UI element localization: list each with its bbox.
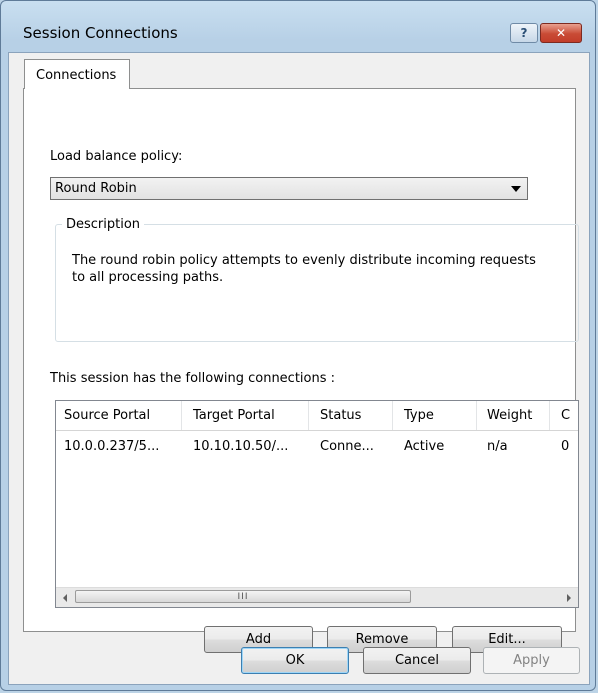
- column-header-weight[interactable]: Weight: [487, 408, 532, 423]
- load-balance-policy-value: Round Robin: [55, 181, 137, 196]
- column-header-target-portal[interactable]: Target Portal: [193, 408, 275, 423]
- connections-list[interactable]: Source Portal Target Portal Status Type …: [55, 400, 579, 608]
- chevron-down-icon: [511, 186, 521, 192]
- tab-panel-connections: Load balance policy: Round Robin Descrip…: [23, 88, 579, 653]
- window-title: Session Connections: [23, 24, 178, 42]
- description-legend: Description: [62, 217, 145, 232]
- scroll-left-icon[interactable]: [63, 594, 67, 602]
- title-bar-buttons: ? ✕: [510, 23, 582, 43]
- help-icon: ?: [520, 26, 528, 40]
- ok-button[interactable]: OK: [241, 647, 349, 674]
- close-icon: ✕: [555, 26, 567, 40]
- cell-target-portal: 10.10.10.50/...: [193, 439, 289, 454]
- column-divider[interactable]: [308, 401, 309, 430]
- column-divider[interactable]: [476, 401, 477, 430]
- dialog-client-area: Connections Load balance policy: Round R…: [8, 52, 590, 685]
- connections-list-header: Source Portal Target Portal Status Type …: [56, 401, 578, 431]
- cancel-button[interactable]: Cancel: [363, 647, 471, 674]
- load-balance-policy-label: Load balance policy:: [50, 149, 183, 164]
- cell-weight: n/a: [487, 439, 508, 454]
- scrollbar-thumb[interactable]: III: [75, 590, 411, 603]
- cell-source-portal: 10.0.0.237/5...: [64, 439, 160, 454]
- grip-icon: III: [237, 591, 249, 602]
- column-divider[interactable]: [181, 401, 182, 430]
- help-button[interactable]: ?: [510, 23, 538, 43]
- column-header-source-portal[interactable]: Source Portal: [64, 408, 150, 423]
- horizontal-scrollbar[interactable]: III: [56, 587, 578, 607]
- close-button[interactable]: ✕: [540, 23, 582, 43]
- connections-label: This session has the following connectio…: [50, 371, 336, 386]
- column-divider[interactable]: [392, 401, 393, 430]
- column-header-type[interactable]: Type: [404, 408, 434, 423]
- dialog-window: Session Connections ? ✕ Connections Load…: [0, 0, 596, 691]
- column-header-status[interactable]: Status: [320, 408, 361, 423]
- cell-c: 0: [561, 439, 570, 454]
- cell-type: Active: [404, 439, 445, 454]
- cell-status: Conne...: [320, 439, 374, 454]
- column-header-c[interactable]: C: [561, 408, 570, 423]
- apply-button[interactable]: Apply: [483, 647, 580, 674]
- column-divider[interactable]: [549, 401, 550, 430]
- scroll-right-icon[interactable]: [567, 594, 571, 602]
- description-text: The round robin policy attempts to evenl…: [72, 253, 536, 285]
- load-balance-policy-select[interactable]: Round Robin: [50, 177, 528, 200]
- tab-connections[interactable]: Connections: [24, 59, 130, 89]
